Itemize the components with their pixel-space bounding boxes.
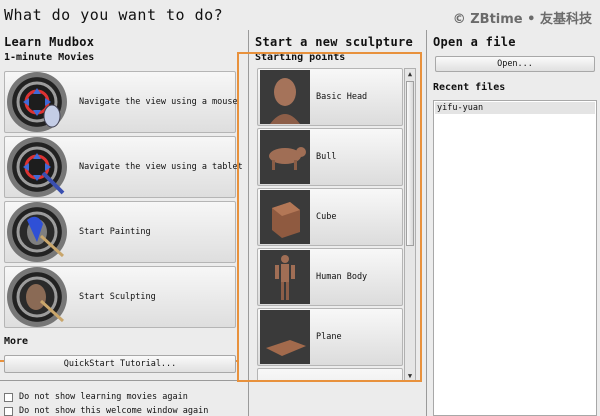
cube-model-icon <box>260 190 310 244</box>
recent-files-heading: Recent files <box>433 82 506 93</box>
plane-model-icon <box>260 310 310 364</box>
mouse-navigate-icon <box>7 72 67 132</box>
human-body-model-icon <box>260 250 310 304</box>
starting-points-list: Basic Head Bull Cube Human Body Plane <box>257 68 403 380</box>
learn-panel: Learn Mudbox 1-minute Movies Navigate th… <box>0 30 243 416</box>
starting-point-bull[interactable]: Bull <box>257 128 403 186</box>
movie-label: Start Painting <box>79 227 151 237</box>
movie-start-painting[interactable]: Start Painting <box>4 201 236 263</box>
checkbox[interactable] <box>4 392 13 402</box>
checkbox-row-welcome[interactable]: Do not show this welcome window again <box>4 406 208 416</box>
recent-files-list: yifu-yuan <box>433 100 597 416</box>
sculpture-panel: Start a new sculpture Starting points Ba… <box>248 30 420 416</box>
quickstart-tutorial-button[interactable]: QuickStart Tutorial... <box>4 355 236 373</box>
movie-label: Start Sculpting <box>79 292 156 302</box>
movies-subheading: 1-minute Movies <box>4 52 95 63</box>
scroll-down-arrow-icon[interactable]: ▼ <box>405 371 415 381</box>
window-title: What do you want to do? <box>4 6 224 24</box>
more-heading: More <box>4 336 29 347</box>
open-file-heading: Open a file <box>433 35 516 49</box>
checkbox-row-learning[interactable]: Do not show learning movies again <box>4 392 188 402</box>
movie-start-sculpting[interactable]: Start Sculpting <box>4 266 236 328</box>
sculpture-heading: Start a new sculpture <box>255 35 414 49</box>
sculpting-icon <box>7 267 67 327</box>
starting-point-human-body[interactable]: Human Body <box>257 248 403 306</box>
starting-point-plane[interactable]: Plane <box>257 308 403 366</box>
starting-point-label: Basic Head <box>316 92 368 102</box>
watermark: © ZBtime • 友基科技 <box>452 12 592 27</box>
starting-points-scrollbar[interactable]: ▲ ▼ <box>404 68 416 382</box>
checkbox-label: Do not show this welcome window again <box>19 406 209 416</box>
open-file-button[interactable]: Open... <box>435 56 595 72</box>
starting-point-cube[interactable]: Cube <box>257 188 403 246</box>
scrollbar-thumb[interactable] <box>406 81 414 246</box>
movie-label: Navigate the view using a tablet <box>79 162 243 172</box>
tablet-navigate-icon <box>7 137 67 197</box>
checkbox[interactable] <box>4 406 13 416</box>
recent-file-item[interactable]: yifu-yuan <box>435 102 595 114</box>
starting-points-subheading: Starting points <box>255 52 346 63</box>
starting-point-partial[interactable] <box>257 368 403 380</box>
movie-label: Navigate the view using a mouse <box>79 97 238 107</box>
starting-point-label: Plane <box>316 332 342 342</box>
starting-point-basic-head[interactable]: Basic Head <box>257 68 403 126</box>
scroll-up-arrow-icon[interactable]: ▲ <box>405 69 415 79</box>
divider <box>0 380 240 381</box>
learn-heading: Learn Mudbox <box>4 35 95 49</box>
movie-tablet-navigate[interactable]: Navigate the view using a tablet <box>4 136 243 198</box>
bull-model-icon <box>260 130 310 184</box>
file-panel: Open a file Open... Recent files yifu-yu… <box>426 30 600 416</box>
movie-mouse-navigate[interactable]: Navigate the view using a mouse <box>4 71 238 133</box>
starting-point-label: Cube <box>316 212 337 222</box>
painting-icon <box>7 202 67 262</box>
starting-point-label: Bull <box>316 152 337 162</box>
head-model-icon <box>260 70 310 124</box>
checkbox-label: Do not show learning movies again <box>19 392 188 402</box>
starting-point-label: Human Body <box>316 272 368 282</box>
